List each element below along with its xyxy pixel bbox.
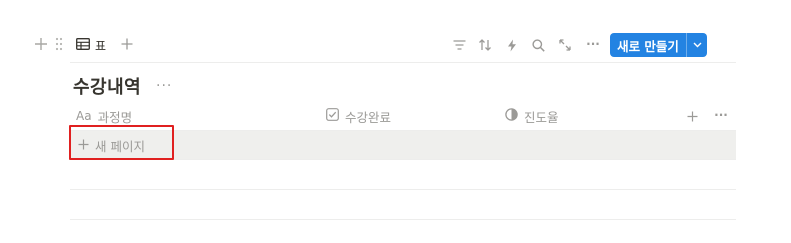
column-header-progress[interactable]: 진도율 <box>505 107 559 125</box>
column-header-course-name[interactable]: Aa 과정명 <box>76 107 132 125</box>
column-header-completed[interactable]: 수강완료 <box>326 107 391 125</box>
add-block-icon[interactable] <box>33 36 49 52</box>
add-property-icon[interactable] <box>684 108 700 124</box>
column-label: 수강완료 <box>345 109 392 125</box>
view-tab-label: 표 <box>95 38 107 53</box>
search-icon[interactable] <box>530 37 546 53</box>
highlight-box <box>69 125 174 160</box>
expand-icon[interactable] <box>557 37 573 53</box>
filter-icon[interactable] <box>451 37 467 53</box>
toolbar-divider <box>70 62 736 63</box>
automation-icon[interactable] <box>504 37 520 53</box>
text-property-icon: Aa <box>76 109 92 123</box>
add-view-icon[interactable] <box>119 36 135 52</box>
database-title[interactable]: 수강내역 <box>73 73 141 99</box>
table-icon <box>76 37 90 53</box>
new-button-label[interactable]: 새로 만들기 <box>610 33 686 57</box>
row-divider <box>70 189 736 190</box>
column-label: 과정명 <box>97 109 133 125</box>
header-more-icon[interactable]: ··· <box>711 107 731 123</box>
title-more-icon[interactable]: ··· <box>156 78 172 94</box>
new-button[interactable]: 새로 만들기 <box>610 33 707 57</box>
column-label: 진도율 <box>524 109 559 125</box>
drag-handle-icon[interactable] <box>53 36 65 52</box>
formula-progress-icon <box>505 108 518 124</box>
checkbox-property-icon <box>326 108 339 124</box>
more-options-icon[interactable]: ··· <box>584 36 602 52</box>
row-divider <box>70 219 736 220</box>
sort-icon[interactable] <box>477 37 493 53</box>
chevron-down-icon[interactable] <box>687 33 707 57</box>
view-tab-table[interactable]: 표 <box>76 36 106 54</box>
